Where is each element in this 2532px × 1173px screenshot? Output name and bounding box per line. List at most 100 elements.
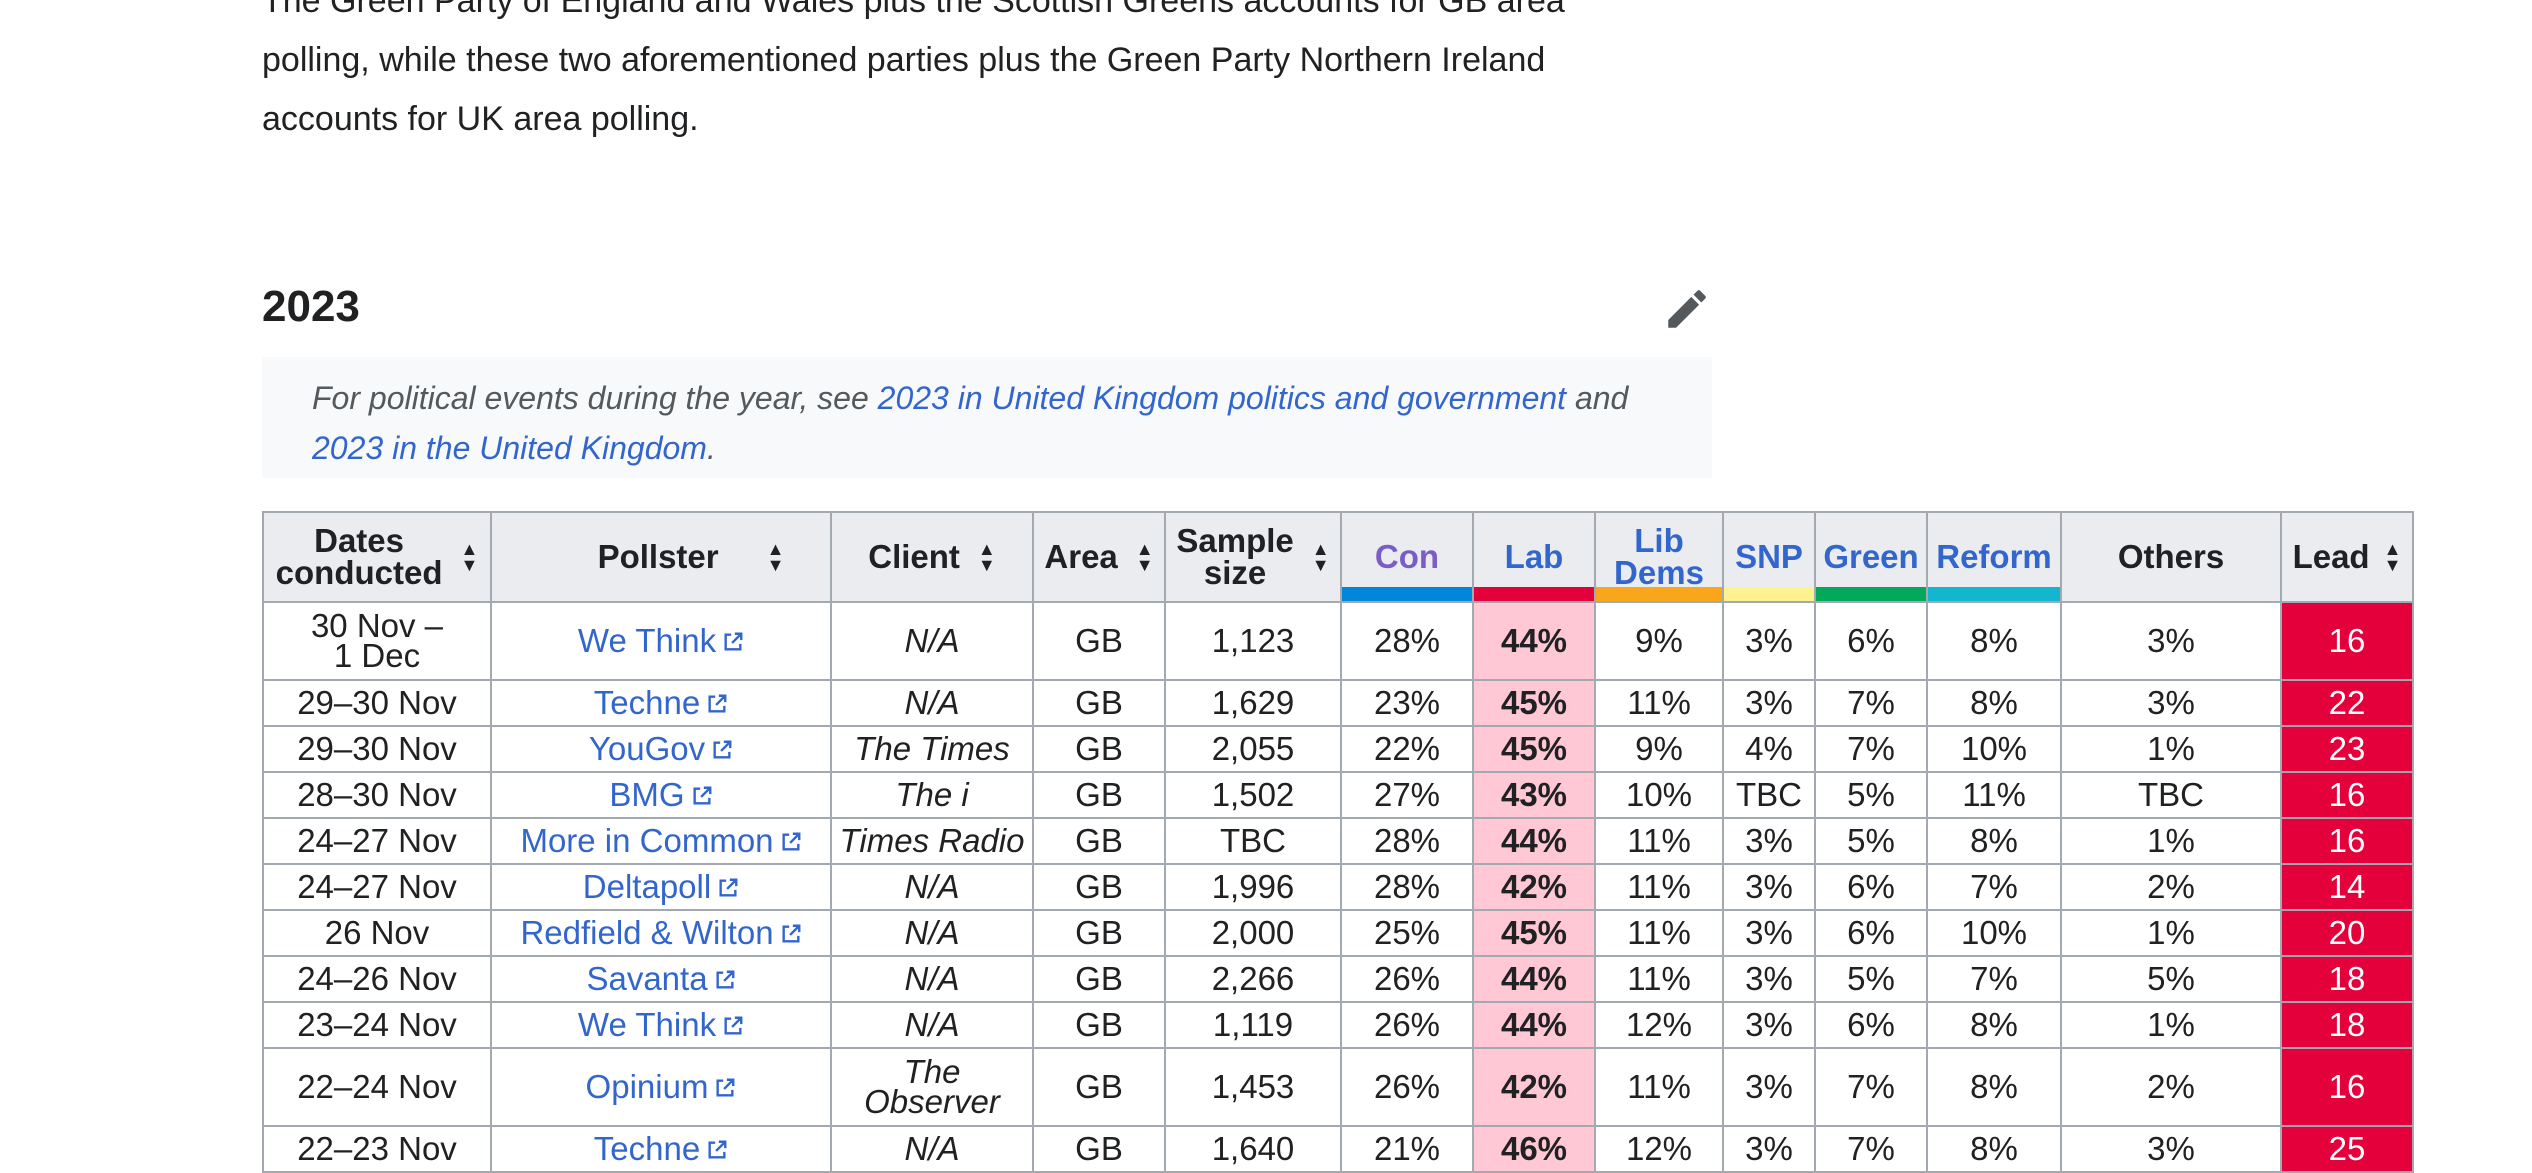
table-header-row: Dates conducted ▲ ▼ Pollster ▲ ▼ Client ▲ ▼ Are… (262, 511, 2414, 603)
cell-green: 6% (1814, 601, 1928, 681)
header-lab[interactable]: Lab (1472, 511, 1596, 603)
pollster-link[interactable]: Opinium (586, 1068, 709, 1105)
sample-text: 2,266 (1211, 960, 1295, 997)
cell-pollster: We Think (490, 1001, 832, 1049)
pollster-link[interactable]: Savanta (586, 960, 707, 997)
reform-value: 8% (1970, 1068, 2018, 1105)
pollster-link[interactable]: We Think (578, 1006, 716, 1043)
dates-text: 24–27 Nov (297, 868, 457, 905)
cell-area: GB (1032, 1047, 1166, 1127)
lab-value: 42% (1500, 868, 1568, 905)
cell-dates: 28–30 Nov (262, 771, 492, 819)
sort-icon[interactable]: ▲ ▼ (978, 540, 996, 574)
lead-value: 18 (2328, 960, 2366, 997)
header-green-label[interactable]: Green (1823, 538, 1918, 575)
cell-libdems: 10% (1594, 771, 1724, 819)
header-pollster[interactable]: Pollster ▲ ▼ (490, 511, 832, 603)
cell-snp: 3% (1722, 817, 1816, 865)
header-sample-l2: size (1203, 554, 1267, 591)
pollster-link[interactable]: We Think (578, 622, 716, 659)
area-text: GB (1075, 684, 1123, 721)
lead-value: 25 (2328, 1130, 2366, 1167)
cell-others: 2% (2060, 863, 2282, 911)
cell-green: 7% (1814, 679, 1928, 727)
sort-icon[interactable]: ▲ ▼ (2384, 540, 2402, 574)
header-libdems-l2[interactable]: Dems (1614, 554, 1704, 591)
cell-libdems: 11% (1594, 955, 1724, 1003)
client-text: N/A (904, 622, 960, 659)
header-dates[interactable]: Dates conducted ▲ ▼ (262, 511, 492, 603)
libdems-value: 12% (1625, 1006, 1693, 1043)
sort-icon[interactable]: ▲ ▼ (767, 540, 785, 574)
reform-value: 8% (1970, 1006, 2018, 1043)
header-lab-label[interactable]: Lab (1505, 538, 1564, 575)
header-con-label[interactable]: Con (1375, 538, 1439, 575)
header-reform[interactable]: Reform (1926, 511, 2062, 603)
header-client-label: Client (868, 538, 960, 575)
others-value: 2% (2147, 868, 2195, 905)
cell-client: N/A (830, 601, 1034, 681)
cell-area: GB (1032, 725, 1166, 773)
hatnote-link-politics[interactable]: 2023 in United Kingdom politics and gove… (878, 380, 1566, 416)
reform-value: 10% (1960, 914, 2028, 951)
area-text: GB (1075, 1068, 1123, 1105)
header-reform-label[interactable]: Reform (1936, 538, 2052, 575)
cell-others: TBC (2060, 771, 2282, 819)
cell-sample: 1,123 (1164, 601, 1342, 681)
lead-value: 20 (2328, 914, 2366, 951)
header-lead[interactable]: Lead ▲ ▼ (2280, 511, 2414, 603)
pollster-link[interactable]: Redfield & Wilton (520, 914, 773, 951)
cell-con: 27% (1340, 771, 1474, 819)
con-value: 26% (1373, 1068, 1441, 1105)
header-sample[interactable]: Sample size ▲ ▼ (1164, 511, 1342, 603)
header-area[interactable]: Area ▲ ▼ (1032, 511, 1166, 603)
pollster-link[interactable]: Techne (594, 684, 700, 721)
cell-lab: 44% (1472, 817, 1596, 865)
header-client[interactable]: Client ▲ ▼ (830, 511, 1034, 603)
sort-icon[interactable]: ▲ ▼ (1312, 540, 1330, 574)
cell-lead: 23 (2280, 725, 2414, 773)
green-value: 6% (1847, 868, 1895, 905)
cell-snp: TBC (1722, 771, 1816, 819)
pollster-link[interactable]: BMG (609, 776, 684, 813)
pencil-icon[interactable] (1662, 284, 1712, 334)
header-libdems[interactable]: Lib Dems (1594, 511, 1724, 603)
sort-icon[interactable]: ▲ ▼ (461, 540, 479, 574)
lead-value: 16 (2328, 1068, 2366, 1105)
cell-green: 6% (1814, 863, 1928, 911)
libdems-value: 12% (1625, 1130, 1693, 1167)
cell-area: GB (1032, 1001, 1166, 1049)
cell-area: GB (1032, 771, 1166, 819)
hatnote-link-uk[interactable]: 2023 in the United Kingdom (312, 430, 707, 466)
pollster-link[interactable]: YouGov (589, 730, 705, 767)
cell-con: 25% (1340, 909, 1474, 957)
cell-reform: 7% (1926, 955, 2062, 1003)
lead-value: 16 (2328, 822, 2366, 859)
client-text: Times Radio (839, 822, 1025, 859)
sort-icon[interactable]: ▲ ▼ (1136, 540, 1154, 574)
cell-dates: 24–27 Nov (262, 817, 492, 865)
table-row: 29–30 Nov Techne N/A GB 1,629 23% 45% 11% 3% 7% 8%… (262, 679, 2414, 727)
lab-value: 44% (1500, 622, 1568, 659)
cell-libdems: 9% (1594, 725, 1724, 773)
header-green[interactable]: Green (1814, 511, 1928, 603)
green-value: 5% (1847, 822, 1895, 859)
lab-value: 42% (1500, 1068, 1568, 1105)
cell-lead: 22 (2280, 679, 2414, 727)
reform-value: 7% (1970, 868, 2018, 905)
hatnote-prefix: For political events during the year, se… (312, 380, 878, 416)
external-link-icon (713, 740, 732, 759)
header-snp-label[interactable]: SNP (1735, 538, 1803, 575)
con-value: 26% (1373, 960, 1441, 997)
header-con[interactable]: Con (1340, 511, 1474, 603)
header-snp[interactable]: SNP (1722, 511, 1816, 603)
cell-green: 7% (1814, 1047, 1928, 1127)
pollster-link[interactable]: Deltapoll (583, 868, 711, 905)
pollster-link[interactable]: Techne (594, 1130, 700, 1167)
libdems-value: 9% (1635, 622, 1683, 659)
external-link-icon (724, 632, 743, 651)
pollster-link[interactable]: More in Common (520, 822, 773, 859)
cell-lab: 44% (1472, 601, 1596, 681)
cell-green: 5% (1814, 955, 1928, 1003)
cell-client: N/A (830, 909, 1034, 957)
